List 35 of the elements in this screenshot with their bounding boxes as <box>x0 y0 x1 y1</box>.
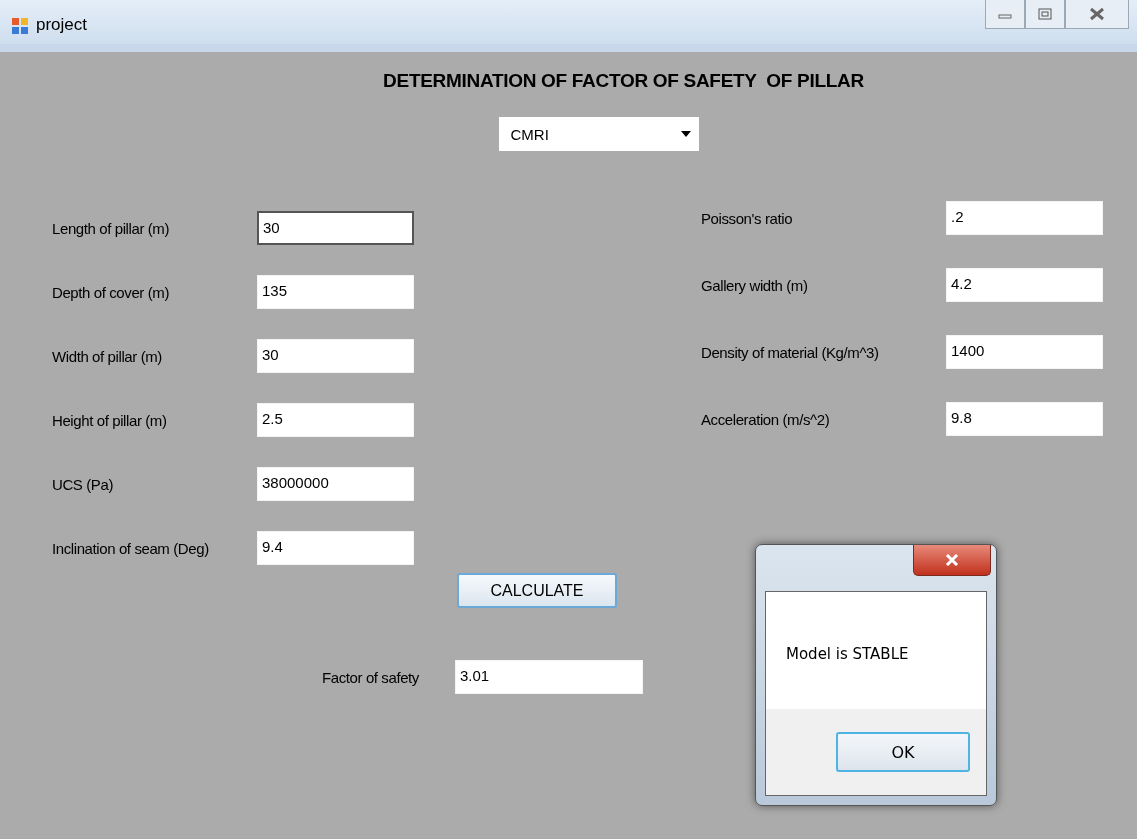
close-button[interactable] <box>913 545 991 576</box>
form-heading: DETERMINATION OF FACTOR OF SAFETY OF PILLAR <box>383 70 864 92</box>
close-icon <box>1089 7 1105 21</box>
restore-icon <box>1038 8 1052 20</box>
input-field[interactable]: 30 <box>257 339 414 373</box>
input-field[interactable]: 135 <box>257 275 414 309</box>
app-icon <box>12 18 28 34</box>
field-label: UCS (Pa) <box>52 475 114 493</box>
field-label: Width of pillar (m) <box>52 347 163 365</box>
field-label: Factor of safety <box>322 668 420 686</box>
dialog-message: Model is STABLE <box>786 644 909 663</box>
input-field[interactable]: 30 <box>257 211 414 245</box>
input-field[interactable]: 4.2 <box>946 268 1103 302</box>
field-label: Poisson's ratio <box>701 209 794 227</box>
result-field: 3.01 <box>455 660 643 694</box>
field-label: Length of pillar (m) <box>52 219 171 237</box>
field-label: Acceleration (m/s^2) <box>701 410 831 428</box>
close-button[interactable] <box>1065 0 1129 29</box>
input-field[interactable]: 9.8 <box>946 402 1103 436</box>
input-field[interactable]: .2 <box>946 201 1103 235</box>
method-dropdown[interactable]: CMRI <box>498 117 699 151</box>
caret-icon <box>680 131 691 137</box>
field-label: Inclination of seam (Deg) <box>52 539 210 557</box>
input-field[interactable]: 1400 <box>946 335 1103 369</box>
field-label: Depth of cover (m) <box>52 283 170 301</box>
field-label: Height of pillar (m) <box>52 411 168 429</box>
calculate-button[interactable]: CALCULATE <box>457 573 617 608</box>
window-title: project <box>36 15 88 35</box>
field-label: Density of material (Kg/m^3) <box>701 343 880 361</box>
input-field[interactable]: 2.5 <box>257 403 414 437</box>
close-icon <box>945 554 959 566</box>
input-field[interactable]: 38000000 <box>257 467 414 501</box>
ok-button[interactable]: OK <box>836 732 970 772</box>
field-label: Gallery width (m) <box>701 276 809 294</box>
input-field[interactable]: 9.4 <box>257 531 414 565</box>
